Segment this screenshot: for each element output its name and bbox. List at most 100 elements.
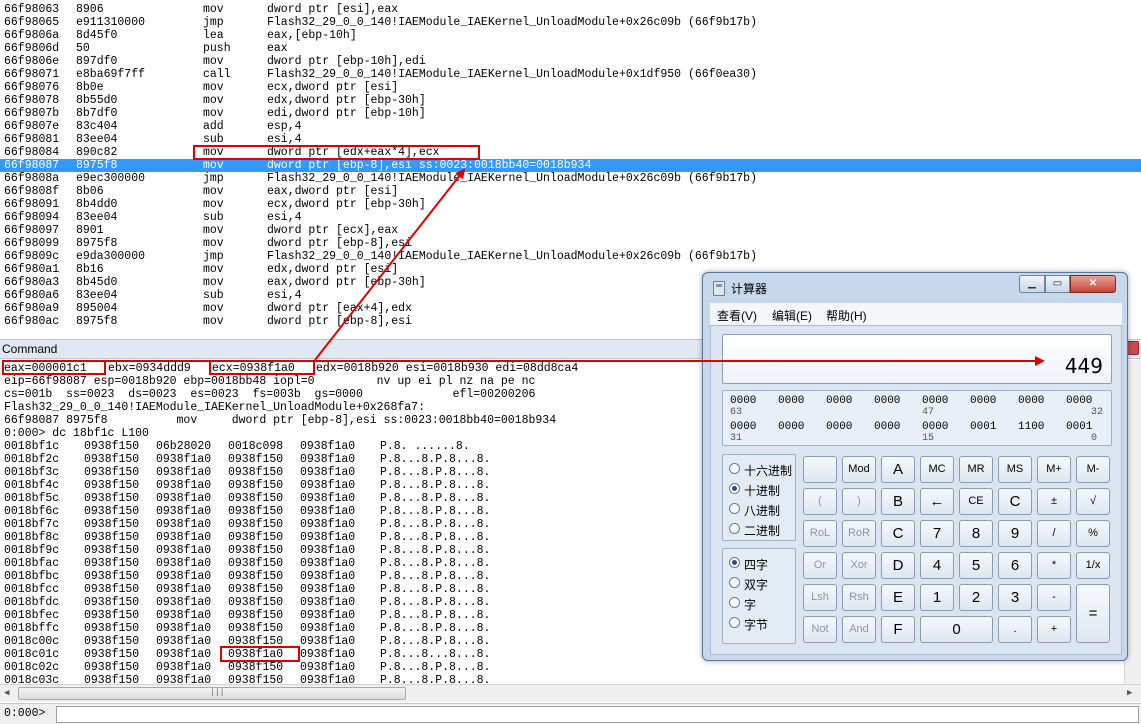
key-button[interactable]: E — [881, 584, 915, 611]
disasm-row[interactable]: 66f98063 8906 mov dword ptr [esi],eax — [0, 3, 1141, 16]
disasm-row[interactable]: 66f98076 8b0e mov ecx,dword ptr [esi] — [0, 81, 1141, 94]
disasm-row[interactable]: 66f9808f 8b06 mov eax,dword ptr [esi] — [0, 185, 1141, 198]
key-button[interactable]: M- — [1076, 456, 1110, 483]
disasm-row[interactable]: 66f9809c e9da300000 jmp Flash32_29_0_0_140!… — [0, 250, 1141, 263]
disasm-bytes: 895004 — [76, 302, 118, 315]
disasm-row[interactable]: 66f9806a 8d45f0 lea eax,[ebp-10h] — [0, 29, 1141, 42]
key-button[interactable]: Rsh — [842, 584, 876, 611]
disasm-row[interactable]: 66f98087 8975f8 mov dword ptr [ebp-8],esi s… — [0, 159, 1141, 172]
close-icon[interactable]: ✕ — [1070, 275, 1116, 293]
key-button[interactable]: 7 — [920, 520, 954, 547]
calculator-title: 计算器 — [731, 282, 768, 296]
memory-v3: 0938f150 — [228, 583, 284, 596]
key-button[interactable]: MS — [998, 456, 1032, 483]
base-label: 八进制 — [744, 504, 781, 518]
menu-view[interactable]: 查看(V) — [717, 307, 757, 324]
calculator-titlebar[interactable]: 计算器 ▁ ▭ ✕ — [703, 273, 1127, 301]
bit-index: 15 — [922, 433, 935, 444]
key-button[interactable]: B — [881, 488, 915, 515]
disasm-row[interactable]: 66f98099 8975f8 mov dword ptr [ebp-8],esi — [0, 237, 1141, 250]
key-button[interactable]: M+ — [1037, 456, 1071, 483]
disasm-row[interactable]: 66f98094 83ee04 sub esi,4 — [0, 211, 1141, 224]
memory-v1: 0938f150 — [84, 505, 140, 518]
key-button[interactable]: ± — [1037, 488, 1071, 515]
horizontal-scrollbar[interactable]: ◀ ||| ▶ — [0, 684, 1141, 702]
disasm-row[interactable]: 66f9806d 50 push eax — [0, 42, 1141, 55]
disasm-row[interactable]: 66f98071 e8ba69f7ff call Flash32_29_0_0_140… — [0, 68, 1141, 81]
key-button[interactable]: 8 — [959, 520, 993, 547]
disasm-row[interactable]: 66f98084 890c82 mov dword ptr [edx+eax*4],e… — [0, 146, 1141, 159]
memory-addr: 0018bfec — [4, 609, 60, 622]
memory-v1: 0938f150 — [84, 544, 140, 557]
equals-button[interactable]: = — [1076, 584, 1110, 643]
disasm-row[interactable]: 66f98097 8901 mov dword ptr [ecx],eax — [0, 224, 1141, 237]
key-button[interactable]: C — [881, 520, 915, 547]
bit-group: 0000 — [922, 395, 949, 407]
key-button[interactable]: 6 — [998, 552, 1032, 579]
key-button[interactable]: Xor — [842, 552, 876, 579]
key-button[interactable]: % — [1076, 520, 1110, 547]
scroll-right-icon[interactable]: ▶ — [1127, 688, 1132, 698]
key-button[interactable]: 1/x — [1076, 552, 1110, 579]
key-button[interactable]: D — [881, 552, 915, 579]
scroll-left-icon[interactable]: ◀ — [4, 688, 9, 698]
key-button[interactable]: Mod — [842, 456, 876, 483]
key-button[interactable]: 9 — [998, 520, 1032, 547]
disasm-row[interactable]: 66f98065 e911310000 jmp Flash32_29_0_0_140!… — [0, 16, 1141, 29]
memory-v1: 0938f150 — [84, 453, 140, 466]
key-button[interactable]: * — [1037, 552, 1071, 579]
disasm-row[interactable]: 66f98081 83ee04 sub esi,4 — [0, 133, 1141, 146]
key-button[interactable]: / — [1037, 520, 1071, 547]
maximize-icon[interactable]: ▭ — [1045, 275, 1070, 293]
key-button[interactable]: ) — [842, 488, 876, 515]
key-button[interactable]: MC — [920, 456, 954, 483]
key-button[interactable]: Lsh — [803, 584, 837, 611]
disasm-addr: 66f98094 — [4, 211, 60, 224]
key-button[interactable]: C — [998, 488, 1032, 515]
key-button[interactable]: MR — [959, 456, 993, 483]
number-base-group: 十六进制 十进制 八进制 二进制 — [722, 454, 796, 541]
key-button[interactable]: ← — [920, 488, 954, 515]
key-button[interactable]: 0 — [920, 616, 993, 643]
disasm-row[interactable]: 66f98091 8b4dd0 mov ecx,dword ptr [ebp-30h] — [0, 198, 1141, 211]
memory-v1: 0938f150 — [84, 518, 140, 531]
key-button[interactable] — [803, 456, 837, 483]
key-button[interactable]: + — [1037, 616, 1071, 643]
disasm-row[interactable]: 66f9807b 8b7df0 mov edi,dword ptr [ebp-10h] — [0, 107, 1141, 120]
menu-help[interactable]: 帮助(H) — [826, 307, 867, 324]
disasm-row[interactable]: 66f98078 8b55d0 mov edx,dword ptr [ebp-30h] — [0, 94, 1141, 107]
disasm-addr: 66f9807e — [4, 120, 60, 133]
disasm-bytes: 890c82 — [76, 146, 118, 159]
key-button[interactable]: 2 — [959, 584, 993, 611]
disasm-addr: 66f9806a — [4, 29, 60, 42]
key-button[interactable]: CE — [959, 488, 993, 515]
key-button[interactable]: . — [998, 616, 1032, 643]
disasm-mnemonic: call — [203, 68, 231, 81]
key-button[interactable]: Or — [803, 552, 837, 579]
key-button[interactable]: And — [842, 616, 876, 643]
menu-edit[interactable]: 编辑(E) — [772, 307, 812, 324]
disasm-row[interactable]: 66f9807e 83c404 add esp,4 — [0, 120, 1141, 133]
key-button[interactable]: RoL — [803, 520, 837, 547]
command-input[interactable] — [56, 706, 1139, 723]
disasm-mnemonic: lea — [203, 29, 224, 42]
key-button[interactable]: 3 — [998, 584, 1032, 611]
key-button[interactable]: ( — [803, 488, 837, 515]
key-button[interactable]: RoR — [842, 520, 876, 547]
disasm-row[interactable]: 66f9806e 897df0 mov dword ptr [ebp-10h],edi — [0, 55, 1141, 68]
disasm-addr: 66f9806d — [4, 42, 60, 55]
memory-v2: 0938f1a0 — [156, 453, 212, 466]
key-button[interactable]: - — [1037, 584, 1071, 611]
disasm-row[interactable]: 66f9808a e9ec300000 jmp Flash32_29_0_0_140!… — [0, 172, 1141, 185]
key-button[interactable]: Not — [803, 616, 837, 643]
key-button[interactable]: √ — [1076, 488, 1110, 515]
disasm-addr: 66f9809c — [4, 250, 60, 263]
memory-v1: 0938f150 — [84, 570, 140, 583]
key-button[interactable]: F — [881, 616, 915, 643]
calculator-window[interactable]: 计算器 ▁ ▭ ✕ 查看(V) 编辑(E) 帮助(H) 449 0000 0000… — [702, 272, 1128, 661]
key-button[interactable]: A — [881, 456, 915, 483]
key-button[interactable]: 5 — [959, 552, 993, 579]
key-button[interactable]: 1 — [920, 584, 954, 611]
key-button[interactable]: 4 — [920, 552, 954, 579]
minimize-icon[interactable]: ▁ — [1019, 275, 1045, 293]
